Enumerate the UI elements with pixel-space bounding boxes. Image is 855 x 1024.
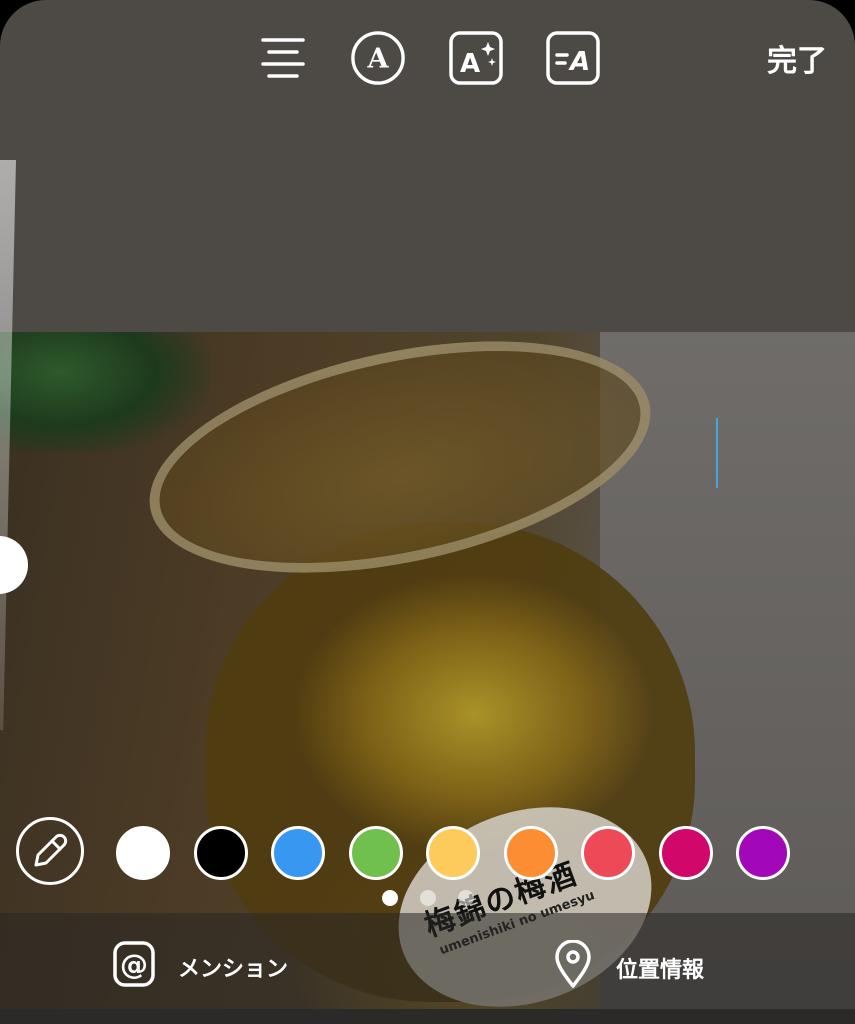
color-swatch[interactable] bbox=[581, 826, 635, 880]
align-center-icon[interactable] bbox=[255, 30, 311, 86]
page-dot bbox=[458, 890, 474, 906]
svg-text:A: A bbox=[568, 47, 590, 77]
at-sign-icon: @ bbox=[112, 940, 156, 994]
text-background-icon[interactable]: A bbox=[545, 30, 601, 86]
color-swatch[interactable] bbox=[116, 826, 170, 880]
svg-text:A: A bbox=[460, 49, 480, 79]
svg-text:@: @ bbox=[120, 948, 148, 981]
bottom-strip bbox=[0, 1009, 855, 1024]
location-label: 位置情報 bbox=[616, 958, 705, 983]
color-swatch[interactable] bbox=[736, 826, 790, 880]
page-dot bbox=[382, 890, 398, 906]
color-page-indicator bbox=[382, 890, 474, 906]
font-style-icon[interactable]: A bbox=[350, 30, 406, 86]
text-effect-icon[interactable]: A bbox=[448, 30, 504, 86]
color-swatch[interactable] bbox=[426, 826, 480, 880]
color-swatch[interactable] bbox=[658, 826, 713, 880]
done-button[interactable]: 完了 bbox=[767, 36, 827, 80]
text-cursor bbox=[716, 418, 718, 488]
svg-text:A: A bbox=[367, 44, 390, 75]
mention-button[interactable]: @ メンション bbox=[112, 940, 288, 994]
eyedropper-icon[interactable] bbox=[16, 817, 84, 885]
color-swatch[interactable] bbox=[271, 826, 325, 880]
color-swatch[interactable] bbox=[503, 826, 558, 880]
page-dot bbox=[420, 890, 436, 906]
location-button[interactable]: 位置情報 bbox=[552, 939, 705, 996]
color-swatch[interactable] bbox=[348, 826, 403, 880]
color-swatch[interactable] bbox=[193, 826, 248, 880]
location-pin-icon bbox=[552, 939, 594, 996]
story-text-editor: 梅錦の梅酒 umenishiki no umesyu A A bbox=[0, 0, 855, 1024]
mention-label: メンション bbox=[178, 957, 289, 982]
